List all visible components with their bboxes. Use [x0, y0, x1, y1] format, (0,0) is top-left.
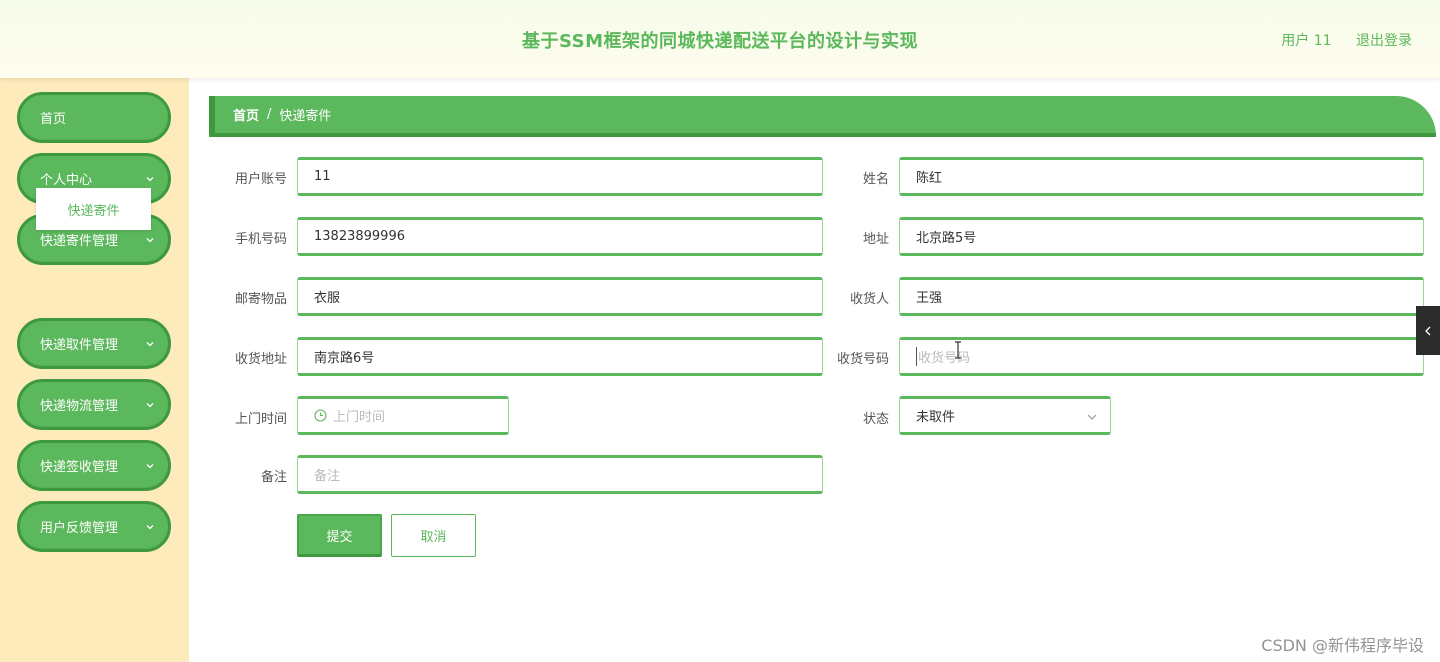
chevron-down-icon	[144, 460, 156, 472]
top-header: 基于SSM框架的同城快递配送平台的设计与实现 用户 11 退出登录	[0, 0, 1440, 78]
chevron-down-icon	[1086, 411, 1098, 427]
user-area: 用户 11 退出登录	[1281, 30, 1412, 50]
breadcrumb-home[interactable]: 首页	[233, 105, 259, 124]
phone-label: 手机号码	[234, 232, 287, 247]
sidebar-item-label: 快递签收管理	[40, 460, 119, 475]
sidebar-item-home[interactable]: 首页	[17, 92, 171, 143]
remark-label: 备注	[260, 470, 287, 485]
phone-field[interactable]: 13823899996	[297, 217, 823, 256]
watermark: CSDN @新伟程序毕设	[1261, 636, 1424, 655]
breadcrumb-separator: /	[267, 107, 272, 122]
breadcrumb: 首页 / 快递寄件	[209, 96, 1436, 137]
sidebar-item-label: 快递取件管理	[40, 338, 119, 353]
pickup-time-placeholder: 上门时间	[333, 410, 386, 425]
receiver-label: 收货人	[849, 292, 889, 307]
text-cursor-icon	[953, 341, 963, 359]
sidebar-item-label: 个人中心	[40, 173, 93, 188]
page-title: 基于SSM框架的同城快递配送平台的设计与实现	[521, 31, 919, 52]
status-value: 未取件	[916, 410, 956, 425]
receiver-address-label: 收货地址	[234, 352, 287, 367]
receiver-phone-label: 收货号码	[836, 352, 889, 367]
name-field[interactable]: 陈红	[899, 157, 1424, 196]
submenu-item-label: 快递寄件	[67, 203, 120, 219]
submenu-item-send[interactable]: 快递寄件	[36, 188, 151, 230]
pickup-time-picker[interactable]: 上门时间	[297, 396, 509, 435]
chevron-down-icon	[144, 173, 156, 185]
sidebar-item-label: 快递物流管理	[40, 399, 119, 414]
clock-icon	[314, 409, 327, 422]
account-label: 用户账号	[234, 172, 287, 187]
address-field[interactable]: 北京路5号	[899, 217, 1424, 256]
status-label: 状态	[862, 412, 889, 427]
sidebar-item-label: 快递寄件管理	[40, 234, 119, 249]
chevron-down-icon	[144, 234, 156, 246]
sidebar-item-logistics-management[interactable]: 快递物流管理	[17, 379, 171, 430]
account-field[interactable]: 11	[297, 157, 823, 196]
sidebar-item-label: 首页	[40, 112, 67, 127]
receiver-address-field[interactable]: 南京路6号	[297, 337, 823, 376]
item-label: 邮寄物品	[234, 292, 287, 307]
address-label: 地址	[862, 232, 889, 247]
sidebar-item-pickup-management[interactable]: 快递取件管理	[17, 318, 171, 369]
sidebar-item-signing-management[interactable]: 快递签收管理	[17, 440, 171, 491]
sidebar-item-feedback-management[interactable]: 用户反馈管理	[17, 501, 171, 552]
chevron-left-icon[interactable]	[1416, 306, 1440, 355]
submit-button[interactable]: 提交	[297, 514, 382, 557]
sidebar-item-label: 用户反馈管理	[40, 521, 119, 536]
breadcrumb-current: 快递寄件	[279, 109, 332, 124]
chevron-down-icon	[144, 338, 156, 350]
cancel-button[interactable]: 取消	[391, 514, 476, 557]
item-field[interactable]: 衣服	[297, 277, 823, 316]
remark-field[interactable]: 备注	[297, 455, 823, 494]
logout-link[interactable]: 退出登录	[1356, 33, 1412, 49]
receiver-field[interactable]: 王强	[899, 277, 1424, 316]
receiver-phone-field[interactable]: 收货号码	[899, 337, 1424, 376]
status-select[interactable]: 未取件	[899, 396, 1111, 435]
chevron-down-icon	[144, 521, 156, 533]
chevron-down-icon	[144, 399, 156, 411]
name-label: 姓名	[862, 172, 889, 187]
pickup-time-label: 上门时间	[234, 412, 287, 427]
user-label[interactable]: 用户 11	[1281, 33, 1331, 49]
